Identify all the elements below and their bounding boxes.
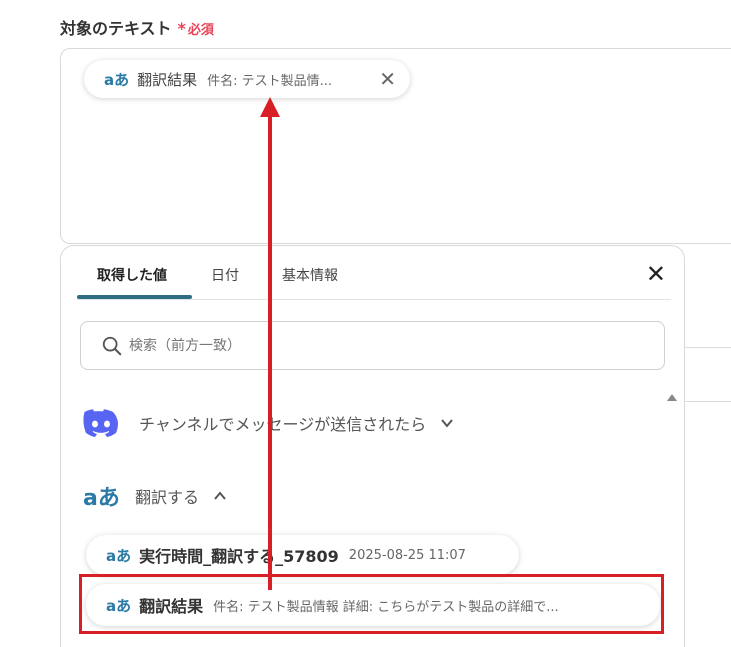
field-label: 対象のテキスト * 必須 [60,15,214,39]
chip-name: 翻訳結果 [137,70,198,89]
highlight-box [79,574,664,634]
tab-acquired-values[interactable]: 取得した値 [97,265,167,285]
selected-value-chip[interactable]: aあ 翻訳結果 件名: テスト製品情... ✕ [84,60,410,98]
item-name: 実行時間_翻訳する_57809 [139,547,339,566]
chevron-up-icon [214,491,226,500]
remove-chip-icon[interactable]: ✕ [379,67,396,91]
translate-icon: aあ [83,486,120,511]
close-panel-icon[interactable]: ✕ [646,262,666,286]
section-label: チャンネルでメッセージが送信されたら [139,415,427,434]
active-tab-indicator [77,295,192,299]
tab-bar: 取得した値 日付 基本情報 [77,246,671,300]
search-input[interactable] [129,337,529,354]
tab-basic-info[interactable]: 基本情報 [282,265,338,285]
divider [685,347,731,348]
item-value: 2025-08-25 11:07 [348,547,466,563]
section-translate[interactable]: aあ 翻訳する [83,480,227,512]
tab-date[interactable]: 日付 [211,265,239,285]
chevron-down-icon [441,419,453,428]
scroll-up-arrow[interactable] [667,394,677,401]
section-discord-trigger[interactable]: チャンネルでメッセージが送信されたら [83,409,454,437]
search-icon [102,336,122,355]
search-box[interactable] [80,321,665,370]
required-star: * [177,19,186,38]
section-label: 翻訳する [135,488,200,507]
translate-icon: aあ [106,546,132,565]
translate-icon: aあ [104,70,130,89]
discord-icon [83,409,118,437]
field-label-text: 対象のテキスト [60,19,172,38]
chip-value: 件名: テスト製品情... [207,73,333,89]
value-item[interactable]: aあ 実行時間_翻訳する_57809 2025-08-25 11:07 [86,535,519,575]
required-badge: 必須 [187,23,214,38]
divider [685,401,731,402]
